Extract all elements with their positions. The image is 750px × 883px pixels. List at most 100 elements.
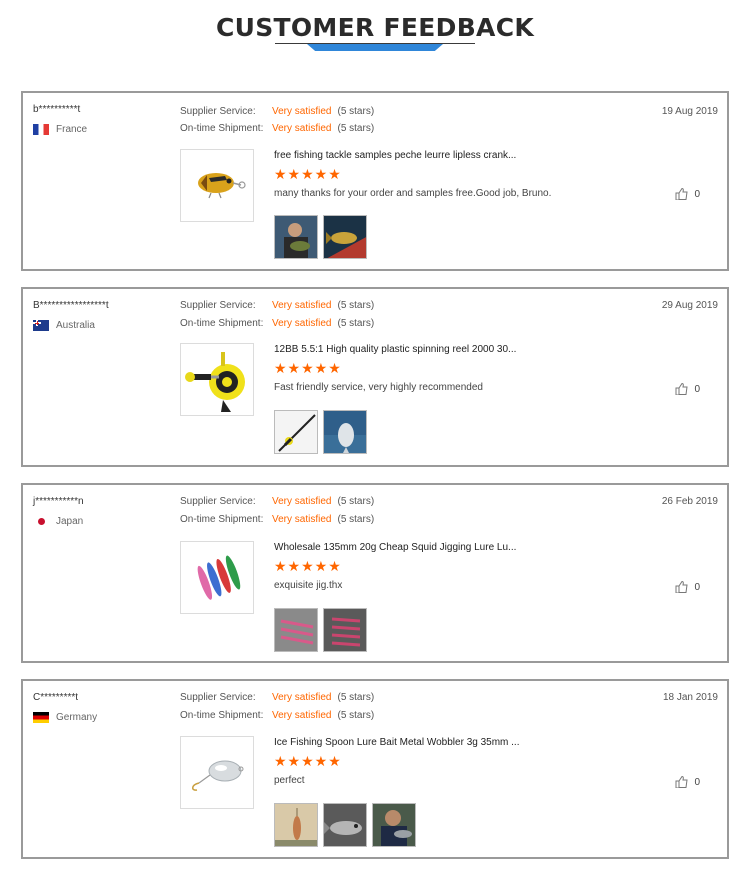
supplier-service-value: Very satisfied <box>272 106 332 117</box>
shipment-stars: (5 stars) <box>337 514 375 525</box>
reviewer-name: b**********t <box>33 104 81 115</box>
review-card: B*****************t Australia Supplier S… <box>21 287 729 467</box>
supplier-service-value: Very satisfied <box>272 300 332 311</box>
france-flag-icon <box>33 124 49 135</box>
supplier-service-label: Supplier Service: <box>180 496 256 507</box>
review-card: C*********t Germany Supplier Service: Ve… <box>21 679 729 859</box>
review-date: 26 Feb 2019 <box>661 496 718 507</box>
germany-flag-icon <box>33 712 49 723</box>
shipment-stars: (5 stars) <box>337 710 375 721</box>
shipment-value: Very satisfied <box>272 123 332 134</box>
product-thumbnail[interactable] <box>180 149 254 222</box>
product-thumbnail[interactable] <box>180 541 254 614</box>
shipment-value: Very satisfied <box>272 318 332 329</box>
shipment-row: On-time Shipment: Very satisfied (5 star… <box>180 318 374 329</box>
supplier-service-stars: (5 stars) <box>337 300 375 311</box>
supplier-service-row: Supplier Service: Very satisfied (5 star… <box>180 496 374 507</box>
review-photo[interactable] <box>274 803 318 847</box>
review-photos <box>274 215 372 259</box>
like-button[interactable]: 0 <box>675 383 700 395</box>
shipment-stars: (5 stars) <box>337 123 375 134</box>
thumbs-up-icon <box>675 188 689 200</box>
product-title-link[interactable]: free fishing tackle samples peche leurre… <box>274 150 516 161</box>
shipment-value: Very satisfied <box>272 514 332 525</box>
product-title-link[interactable]: Ice Fishing Spoon Lure Bait Metal Wobble… <box>274 737 520 748</box>
shipment-label: On-time Shipment: <box>180 710 264 721</box>
like-button[interactable]: 0 <box>675 188 700 200</box>
review-photo[interactable] <box>274 215 318 259</box>
supplier-service-row: Supplier Service: Very satisfied (5 star… <box>180 300 374 311</box>
supplier-service-label: Supplier Service: <box>180 300 256 311</box>
like-count: 0 <box>694 776 700 788</box>
like-count: 0 <box>694 581 700 593</box>
shipment-label: On-time Shipment: <box>180 318 264 329</box>
review-comment: perfect <box>274 775 305 786</box>
country-name: Germany <box>56 712 98 723</box>
rating-stars: ★★★★★ <box>274 753 342 769</box>
supplier-service-stars: (5 stars) <box>337 496 375 507</box>
reviewer-country: Australia <box>33 320 95 331</box>
supplier-service-stars: (5 stars) <box>337 106 375 117</box>
thumbs-up-icon <box>675 383 689 395</box>
supplier-service-value: Very satisfied <box>272 496 332 507</box>
thumbs-up-icon <box>675 776 689 788</box>
title-accent-bar <box>307 44 443 51</box>
country-name: France <box>56 124 88 135</box>
country-name: Australia <box>56 320 95 331</box>
japan-flag-icon <box>33 516 49 527</box>
review-photos <box>274 410 372 454</box>
shipment-label: On-time Shipment: <box>180 514 264 525</box>
supplier-service-value: Very satisfied <box>272 692 332 703</box>
review-date: 19 Aug 2019 <box>661 106 718 117</box>
like-count: 0 <box>694 383 700 395</box>
review-card: j***********n Japan Supplier Service: Ve… <box>21 483 729 663</box>
shipment-stars: (5 stars) <box>337 318 375 329</box>
rating-stars: ★★★★★ <box>274 558 342 574</box>
reviewer-country: Japan <box>33 516 83 527</box>
review-date: 29 Aug 2019 <box>661 300 718 311</box>
review-card: b**********t France Supplier Service: Ve… <box>21 91 729 271</box>
like-count: 0 <box>694 188 700 200</box>
product-title-link[interactable]: 12BB 5.5:1 High quality plastic spinning… <box>274 344 516 355</box>
review-photo[interactable] <box>274 410 318 454</box>
supplier-service-label: Supplier Service: <box>180 106 256 117</box>
like-button[interactable]: 0 <box>675 581 700 593</box>
review-photos <box>274 803 421 847</box>
review-date: 18 Jan 2019 <box>662 692 718 703</box>
supplier-service-row: Supplier Service: Very satisfied (5 star… <box>180 692 374 703</box>
reviewer-name: C*********t <box>33 692 79 703</box>
thumbs-up-icon <box>675 581 689 593</box>
product-thumbnail[interactable] <box>180 343 254 416</box>
review-photo[interactable] <box>274 608 318 652</box>
review-photo[interactable] <box>323 608 367 652</box>
review-photo[interactable] <box>372 803 416 847</box>
reviewer-name: j***********n <box>33 496 84 507</box>
review-photo[interactable] <box>323 803 367 847</box>
review-comment: Fast friendly service, very highly recom… <box>274 382 483 393</box>
review-photo[interactable] <box>323 215 367 259</box>
shipment-row: On-time Shipment: Very satisfied (5 star… <box>180 710 374 721</box>
country-name: Japan <box>56 516 84 527</box>
supplier-service-row: Supplier Service: Very satisfied (5 star… <box>180 106 374 117</box>
review-photos <box>274 608 372 652</box>
supplier-service-stars: (5 stars) <box>337 692 375 703</box>
shipment-row: On-time Shipment: Very satisfied (5 star… <box>180 514 374 525</box>
title-underline <box>275 43 475 44</box>
supplier-service-label: Supplier Service: <box>180 692 256 703</box>
review-photo[interactable] <box>323 410 367 454</box>
page-header: CUSTOMER FEEDBACK <box>0 0 750 60</box>
australia-flag-icon <box>33 320 49 331</box>
product-thumbnail[interactable] <box>180 736 254 809</box>
rating-stars: ★★★★★ <box>274 360 342 376</box>
product-title-link[interactable]: Wholesale 135mm 20g Cheap Squid Jigging … <box>274 542 516 553</box>
reviewer-name: B*****************t <box>33 300 109 311</box>
shipment-label: On-time Shipment: <box>180 123 264 134</box>
page-title: CUSTOMER FEEDBACK <box>215 13 535 42</box>
reviewer-country: Germany <box>33 712 97 723</box>
shipment-value: Very satisfied <box>272 710 332 721</box>
like-button[interactable]: 0 <box>675 776 700 788</box>
reviewer-country: France <box>33 124 87 135</box>
shipment-row: On-time Shipment: Very satisfied (5 star… <box>180 123 374 134</box>
review-comment: many thanks for your order and samples f… <box>274 188 552 199</box>
rating-stars: ★★★★★ <box>274 166 342 182</box>
